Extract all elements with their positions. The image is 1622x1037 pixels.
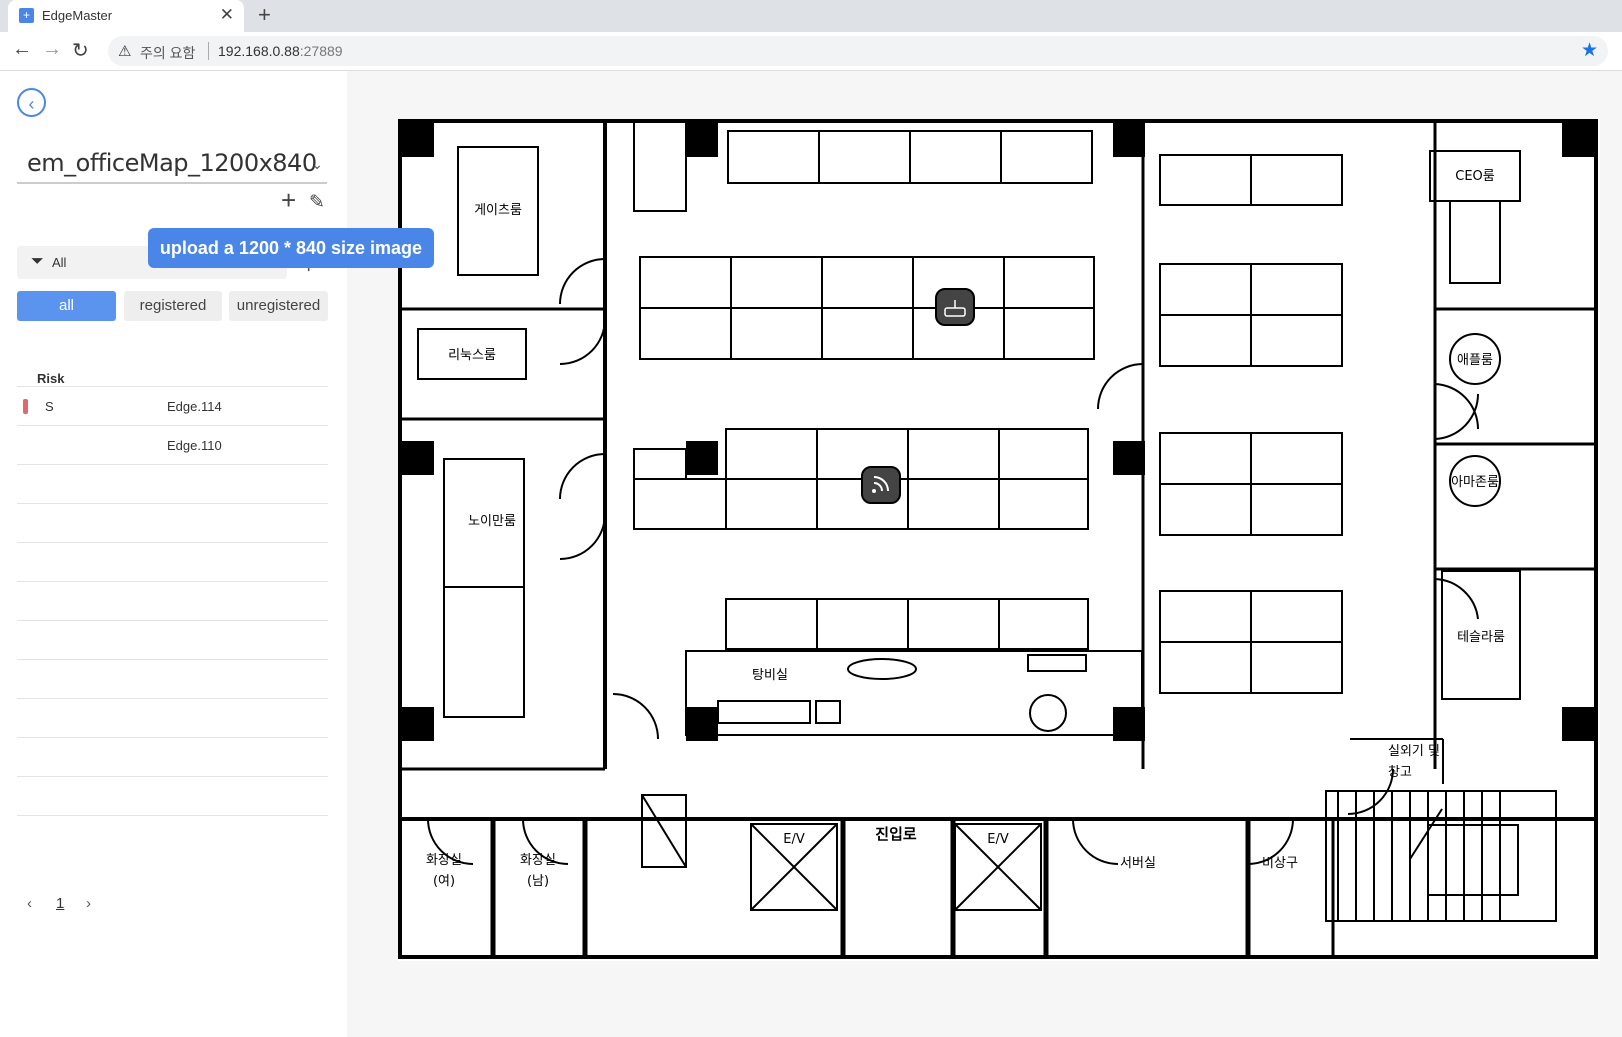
filter-value: All: [52, 255, 67, 270]
row-device-name: Edge.110: [167, 438, 222, 453]
table-divider: [17, 620, 328, 621]
row-risk: S: [45, 399, 54, 414]
upload-tooltip: upload a 1200 * 840 size image: [148, 228, 434, 268]
pagination-next-icon[interactable]: ›: [86, 895, 91, 912]
room-label: 테슬라룸: [1457, 630, 1505, 645]
table-row[interactable]: S Edge.114: [17, 386, 328, 426]
room-label: 노이만룸: [468, 514, 516, 529]
room-label: (남): [527, 874, 549, 889]
browser-tab[interactable]: + EdgeMaster ✕: [8, 0, 244, 32]
device-sidebar: ‹ em_officeMap_1200x840 ⌄ + ✎ upload a 1…: [0, 71, 434, 1037]
room-label: 탕비실: [752, 668, 788, 683]
add-map-button[interactable]: +: [281, 187, 296, 213]
device-marker-wireless[interactable]: [861, 466, 901, 504]
close-tab-icon[interactable]: ✕: [220, 5, 234, 25]
column-header-risk[interactable]: Risk: [37, 371, 64, 386]
room-label: (여): [433, 874, 455, 889]
bookmark-star-icon[interactable]: ★: [1581, 39, 1598, 62]
table-divider: [17, 737, 328, 738]
address-bar[interactable]: ⚠ 주의 요함 192.168.0.88:27889 ★: [108, 36, 1608, 66]
table-divider: [17, 581, 328, 582]
filter-all-button[interactable]: all: [17, 291, 116, 321]
address-separator: [208, 42, 209, 60]
room-label: 서버실: [1120, 856, 1156, 871]
table-divider: [17, 659, 328, 660]
room-label: E/V: [783, 832, 805, 847]
office-floor-map: 게이츠룸 리눅스룸 노이만룸 CEO룸 애플룸 아마존룸 테슬라룸 탕비실 실외…: [398, 119, 1600, 961]
browser-toolbar: ← → ↻ ⚠ 주의 요함 192.168.0.88:27889 ★: [0, 32, 1622, 71]
table-divider: [17, 542, 328, 543]
room-label: 애플룸: [1457, 353, 1493, 368]
new-tab-button[interactable]: +: [258, 2, 271, 28]
room-label: 아마존룸: [1451, 475, 1499, 490]
filter-unregistered-button[interactable]: unregistered: [229, 291, 328, 321]
room-label: 진입로: [875, 825, 917, 843]
reload-icon[interactable]: ↻: [72, 38, 89, 63]
table-divider: [17, 776, 328, 777]
url-text[interactable]: 192.168.0.88:27889: [218, 43, 343, 59]
pagination-page[interactable]: 1: [56, 895, 64, 912]
edit-pencil-icon[interactable]: ✎: [309, 191, 325, 214]
map-select-dropdown[interactable]: em_officeMap_1200x840 ⌄: [17, 146, 327, 184]
filter-funnel-icon: ⏷: [31, 253, 44, 270]
chevron-down-icon: ⌄: [311, 156, 323, 172]
room-label: 비상구: [1262, 856, 1298, 871]
forward-arrow-icon[interactable]: →: [42, 38, 62, 61]
browser-tabbar: + EdgeMaster ✕ +: [0, 0, 1622, 32]
room-label: 화장실: [520, 853, 556, 868]
row-device-name: Edge.114: [167, 399, 222, 414]
room-label: 실외기 및: [1388, 744, 1440, 759]
tab-title: EdgeMaster: [42, 8, 113, 23]
map-select-value: em_officeMap_1200x840: [27, 149, 317, 177]
table-divider: [17, 815, 328, 816]
app-favicon-icon: +: [19, 8, 34, 23]
security-status[interactable]: 주의 요함: [140, 43, 195, 63]
room-label: 창고: [1388, 765, 1412, 780]
device-marker-router[interactable]: [935, 288, 975, 326]
risk-indicator: [23, 399, 28, 414]
table-divider: [17, 698, 328, 699]
room-label: CEO룸: [1455, 169, 1495, 184]
chevron-left-icon: ‹: [28, 94, 35, 114]
filter-registered-button[interactable]: registered: [124, 291, 222, 321]
room-label: 화장실: [426, 853, 462, 868]
pagination-prev-icon[interactable]: ‹: [27, 895, 32, 912]
table-row[interactable]: Edge.110: [17, 425, 328, 465]
room-label: 게이츠룸: [474, 203, 522, 218]
table-divider: [17, 503, 328, 504]
back-arrow-icon[interactable]: ←: [12, 38, 32, 61]
room-label: E/V: [987, 832, 1009, 847]
room-label: 리눅스룸: [448, 348, 496, 363]
warning-icon[interactable]: ⚠: [118, 42, 131, 60]
back-button[interactable]: ‹: [17, 88, 46, 117]
table-divider: [17, 464, 328, 465]
